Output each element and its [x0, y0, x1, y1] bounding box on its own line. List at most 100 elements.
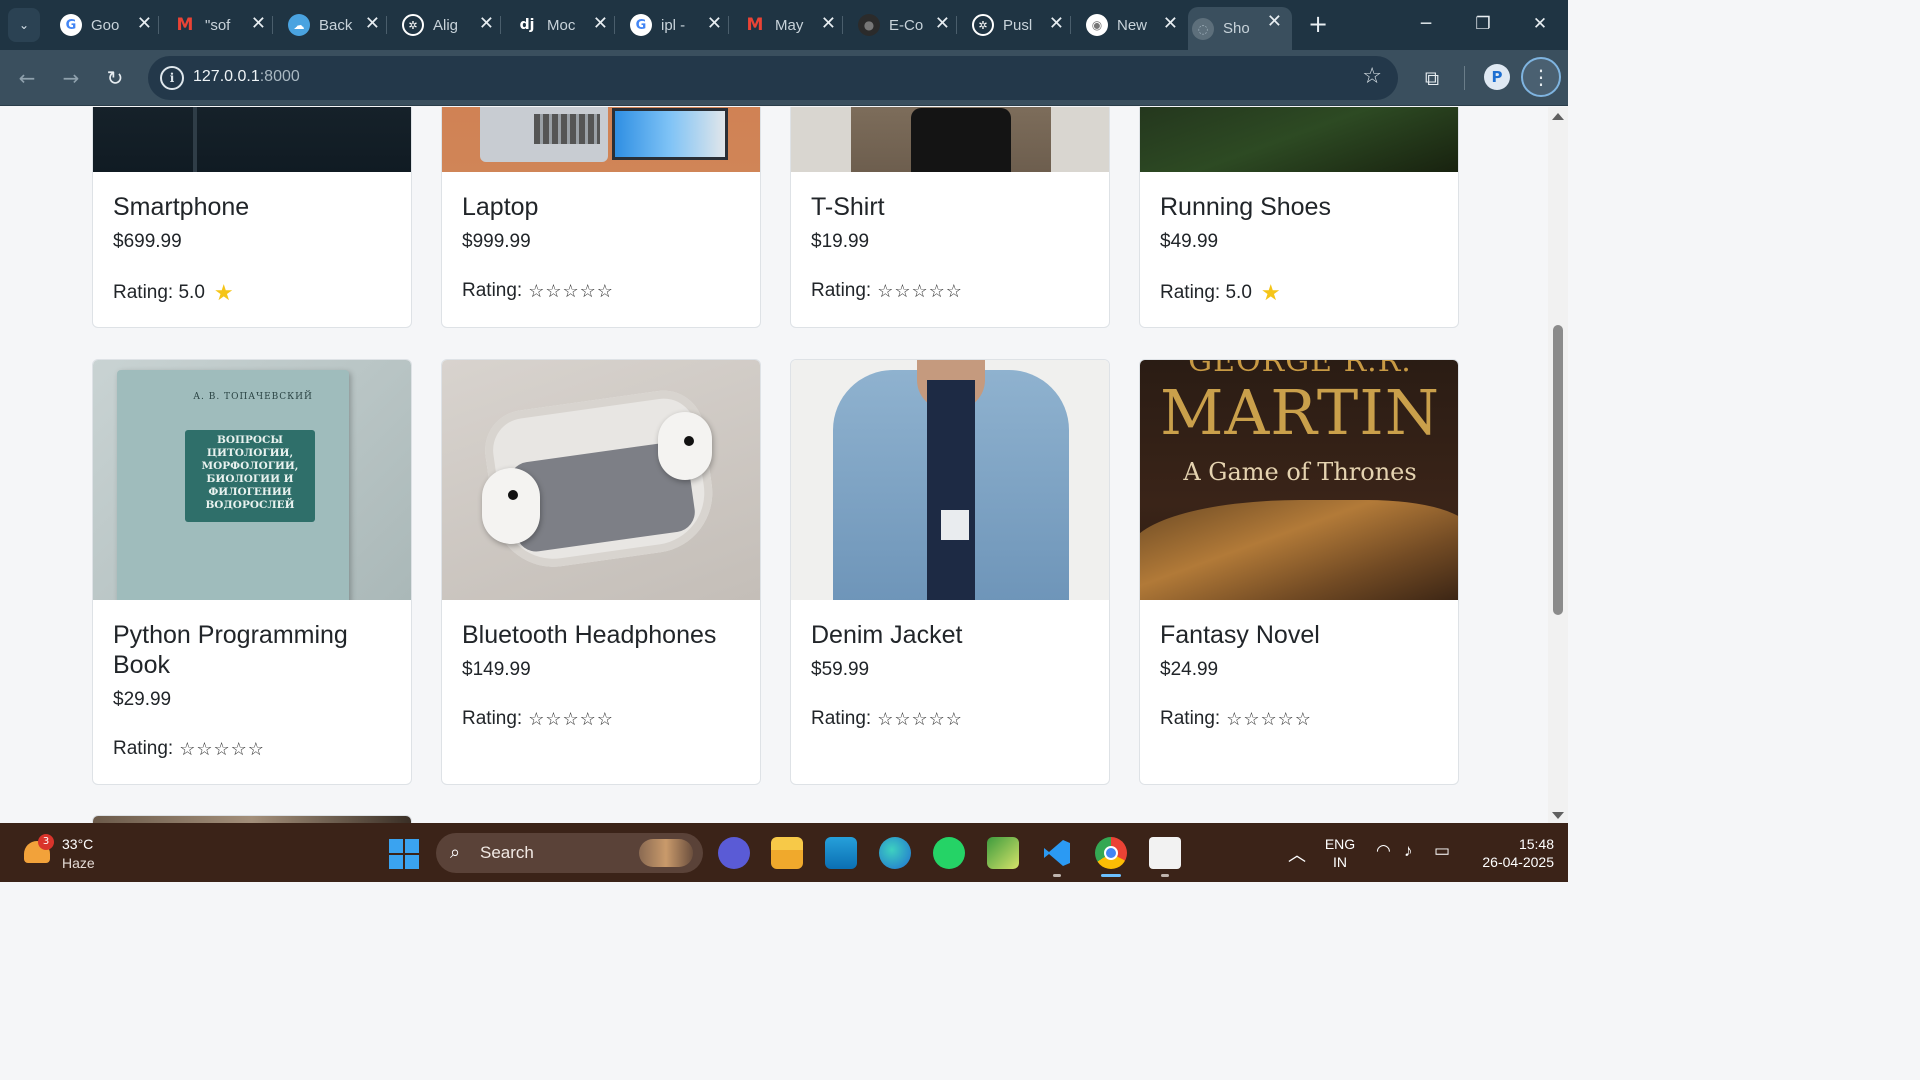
product-card[interactable]: Denim Jacket $59.99 Rating: ☆☆☆☆☆ [790, 359, 1110, 785]
scrollbar-thumb[interactable] [1553, 325, 1563, 615]
weather-widget[interactable]: 3 33°C Haze [22, 833, 112, 873]
product-image [93, 107, 411, 172]
product-image [442, 107, 760, 172]
tab-search-button[interactable]: ⌄ [8, 8, 40, 42]
page-scrollbar[interactable] [1548, 107, 1568, 823]
restore-button[interactable]: ❐ [1463, 8, 1503, 40]
tab-divider [1070, 16, 1071, 34]
rating-label: Rating: 5.0 [113, 282, 205, 303]
product-name[interactable]: Laptop [462, 192, 740, 222]
language-indicator[interactable]: ENG IN [1322, 835, 1358, 871]
snipping-tool-icon[interactable] [1149, 837, 1181, 877]
notepad-app-icon[interactable] [987, 837, 1019, 869]
close-icon[interactable]: ✕ [1049, 13, 1064, 34]
tab[interactable]: ◉ New ✕ [1082, 9, 1192, 41]
browser-menu-button[interactable]: ⋮ [1521, 57, 1561, 97]
browser-toolbar: ← → ↻ i 127.0.0.1:8000 ☆ ⧉ [0, 50, 1568, 106]
close-icon[interactable]: ✕ [479, 13, 494, 34]
product-card[interactable] [92, 815, 412, 823]
star-icon: ★ [213, 280, 234, 305]
scroll-up-icon[interactable] [1552, 113, 1564, 120]
tab[interactable]: ☁ Back ✕ [284, 9, 394, 41]
close-icon[interactable]: ✕ [707, 13, 722, 34]
tab-title: E-Co [889, 16, 924, 34]
battery-icon[interactable]: ▭ [1434, 841, 1450, 861]
tab[interactable]: ● E-Co ✕ [854, 9, 964, 41]
close-icon[interactable]: ✕ [935, 13, 950, 34]
tab[interactable]: G Goo ✕ [56, 9, 166, 41]
rating-label: Rating: [113, 738, 174, 759]
reload-button[interactable]: ↻ [100, 63, 130, 93]
chevron-up-icon[interactable]: ︿ [1288, 841, 1306, 867]
tab-active[interactable]: ◌ Sho ✕ [1188, 7, 1292, 50]
chrome-taskbar-icon[interactable] [1095, 837, 1127, 877]
minimize-button[interactable]: ─ [1406, 8, 1446, 40]
gmail-icon: M [746, 15, 764, 35]
more-vertical-icon: ⋮ [1531, 65, 1551, 89]
extensions-icon[interactable]: ⧉ [1417, 63, 1447, 93]
product-name[interactable]: T-Shirt [811, 192, 1089, 222]
search-icon: ⌕ [450, 842, 461, 863]
vscode-icon[interactable] [1041, 837, 1073, 877]
close-icon[interactable]: ✕ [593, 13, 608, 34]
rating-label: Rating: [811, 280, 872, 301]
desktop-app-icon[interactable] [825, 837, 857, 869]
product-name[interactable]: Running Shoes [1160, 192, 1438, 222]
address-bar[interactable]: i 127.0.0.1:8000 ☆ [148, 56, 1398, 100]
product-card[interactable]: Running Shoes $49.99 Rating: 5.0 ★ [1139, 107, 1459, 328]
close-icon[interactable]: ✕ [1267, 11, 1282, 32]
close-window-button[interactable]: ✕ [1520, 8, 1560, 40]
product-name[interactable]: Bluetooth Headphones [462, 620, 740, 650]
tab[interactable]: M "sof ✕ [170, 9, 280, 41]
product-image [93, 816, 411, 823]
tab[interactable]: G ipl - ✕ [626, 9, 736, 41]
edge-icon[interactable] [879, 837, 911, 869]
close-icon[interactable]: ✕ [137, 13, 152, 34]
arrow-right-icon: → [62, 66, 80, 90]
file-explorer-icon[interactable] [771, 837, 803, 869]
meet-app-icon[interactable] [718, 837, 750, 869]
tab-title: May [775, 16, 804, 34]
wifi-icon[interactable]: ◠ [1376, 841, 1391, 861]
tab-divider [272, 16, 273, 34]
bookmark-star-icon[interactable]: ☆ [1362, 64, 1382, 89]
product-name[interactable]: Smartphone [113, 192, 391, 222]
product-card[interactable]: Laptop $999.99 Rating: ☆☆☆☆☆ [441, 107, 761, 328]
product-name[interactable]: Python Programming Book [113, 620, 391, 680]
product-card[interactable]: А. В. ТОПАЧЕВСКИЙ Вопросы цитологии, мор… [92, 359, 412, 785]
whatsapp-icon[interactable] [933, 837, 965, 869]
info-icon[interactable]: i [160, 66, 184, 90]
scroll-down-icon[interactable] [1552, 812, 1564, 819]
close-icon[interactable]: ✕ [821, 13, 836, 34]
book-cover-title: Вопросы цитологии, морфологии, биологии … [201, 434, 299, 511]
product-card[interactable]: Bluetooth Headphones $149.99 Rating: ☆☆☆… [441, 359, 761, 785]
product-name[interactable]: Fantasy Novel [1160, 620, 1438, 650]
product-card[interactable]: GEORGE R.R. MARTIN A Game of Thrones Fan… [1139, 359, 1459, 785]
product-price: $699.99 [113, 231, 182, 252]
url-port: :8000 [259, 68, 300, 85]
forward-button[interactable]: → [56, 63, 86, 93]
tab[interactable]: ✲ Pusl ✕ [968, 9, 1078, 41]
new-tab-button[interactable]: + [1304, 10, 1332, 38]
taskbar-clock[interactable]: 15:48 26-04-2025 [1472, 835, 1554, 871]
start-button[interactable] [389, 839, 419, 869]
tab[interactable]: M May ✕ [740, 9, 850, 41]
product-image [791, 107, 1109, 172]
tab[interactable]: dj Moc ✕ [512, 9, 622, 41]
back-button[interactable]: ← [12, 63, 42, 93]
taskbar-search[interactable]: ⌕ Search [436, 833, 703, 873]
tab-title: Alig [433, 16, 459, 34]
profile-avatar[interactable]: P [1484, 64, 1510, 90]
product-name[interactable]: Denim Jacket [811, 620, 1089, 650]
tab-divider [386, 16, 387, 34]
close-icon[interactable]: ✕ [365, 13, 380, 34]
tab[interactable]: ✲ Alig ✕ [398, 9, 508, 41]
volume-icon[interactable]: ♪ [1404, 841, 1413, 861]
url-text[interactable]: 127.0.0.1:8000 [193, 68, 300, 86]
close-icon[interactable]: ✕ [1163, 13, 1178, 34]
close-icon[interactable]: ✕ [251, 13, 266, 34]
product-card[interactable]: T-Shirt $19.99 Rating: ☆☆☆☆☆ [790, 107, 1110, 328]
tab-divider [728, 16, 729, 34]
product-card[interactable]: Smartphone $699.99 Rating: 5.0 ★ [92, 107, 412, 328]
product-price: $149.99 [462, 659, 531, 680]
